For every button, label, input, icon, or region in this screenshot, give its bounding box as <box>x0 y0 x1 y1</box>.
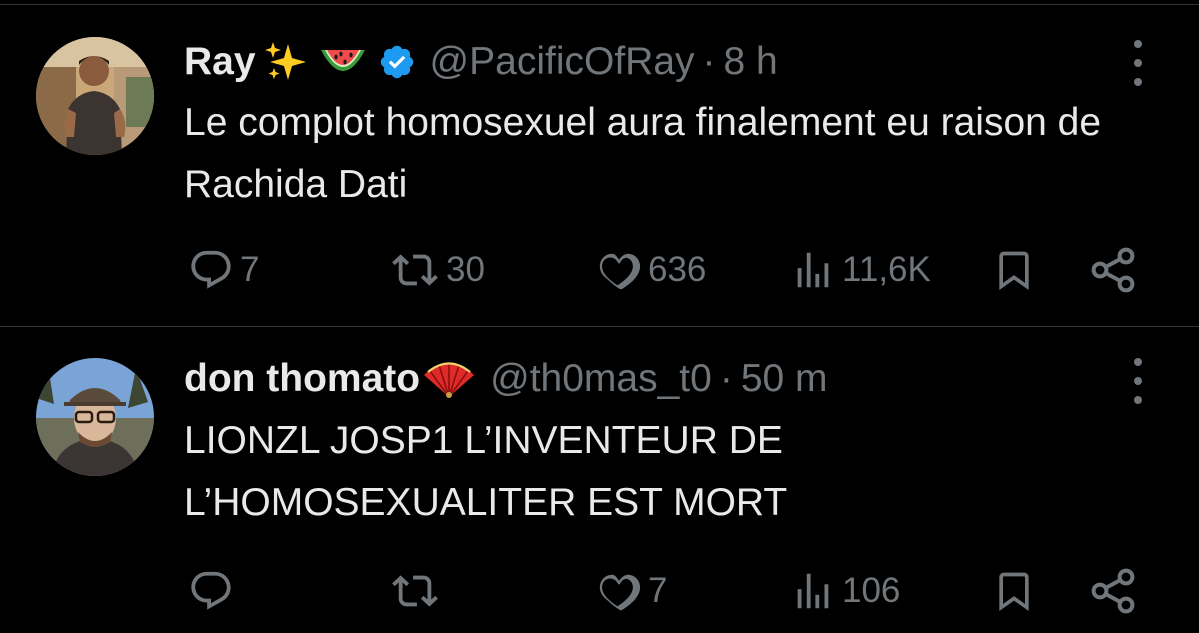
bookmark-button[interactable] <box>992 240 1036 300</box>
like-button[interactable]: 7 <box>596 561 667 621</box>
heart-icon <box>599 253 641 290</box>
share-icon <box>1091 247 1135 293</box>
share-button[interactable] <box>1088 240 1140 300</box>
watermelon-emoji <box>318 42 368 82</box>
views-button[interactable]: 106 <box>790 561 900 621</box>
tweet-header: Ray @PacificOfRay · 8 h <box>184 32 778 92</box>
avatar[interactable] <box>36 358 154 476</box>
tweet-actions: 7 106 <box>0 561 1199 621</box>
tweet[interactable]: Ray @PacificOfRay · 8 h Le complot homos… <box>0 0 1199 326</box>
bookmark-icon <box>999 251 1029 291</box>
retweet-count: 30 <box>446 250 485 289</box>
handle[interactable]: @PacificOfRay <box>430 40 695 84</box>
display-name[interactable]: Ray <box>184 40 256 84</box>
more-options-icon[interactable] <box>1128 358 1148 404</box>
reply-button[interactable]: 7 <box>188 240 259 300</box>
views-button[interactable]: 11,6K <box>790 240 931 300</box>
verified-badge-icon[interactable] <box>378 43 416 81</box>
handle[interactable]: @th0mas_t0 <box>490 357 712 401</box>
view-count: 11,6K <box>842 250 931 289</box>
tweet-text: LIONZL JOSP1 L’INVENTEUR DE L’HOMOSEXUAL… <box>184 419 788 524</box>
retweet-icon <box>392 575 438 607</box>
timestamp[interactable]: 50 m <box>741 357 828 401</box>
timestamp[interactable]: 8 h <box>724 40 778 84</box>
views-icon <box>797 573 829 609</box>
reply-icon <box>191 250 231 289</box>
retweet-button[interactable]: 30 <box>390 240 485 300</box>
bookmark-button[interactable] <box>992 561 1036 621</box>
separator-dot: · <box>719 357 733 400</box>
more-options-icon[interactable] <box>1128 40 1148 86</box>
folding-fan-emoji <box>422 359 476 399</box>
avatar[interactable] <box>36 37 154 155</box>
display-name[interactable]: don thomato <box>184 357 420 401</box>
tweet-actions: 7 30 636 11,6K <box>0 240 1199 300</box>
heart-icon <box>599 574 641 611</box>
share-icon <box>1091 568 1135 614</box>
like-count: 7 <box>648 571 668 610</box>
reply-button[interactable] <box>188 561 240 621</box>
reply-icon <box>191 571 231 610</box>
view-count: 106 <box>842 571 901 610</box>
views-icon <box>797 252 829 288</box>
sparkles-emoji <box>264 40 310 84</box>
like-button[interactable]: 636 <box>596 240 706 300</box>
share-button[interactable] <box>1088 561 1140 621</box>
like-count: 636 <box>648 250 707 289</box>
tweet-text: Le complot homosexuel aura finalement eu… <box>184 101 1102 206</box>
retweet-icon <box>392 254 438 286</box>
reply-count: 7 <box>240 250 260 289</box>
tweet-header: don thomato @th0mas_t0 · 50 m <box>184 349 828 409</box>
retweet-button[interactable] <box>390 561 446 621</box>
tweet[interactable]: don thomato @th0mas_t0 · 50 m LIONZL JOS… <box>0 327 1199 633</box>
separator-dot: · <box>702 40 716 83</box>
bookmark-icon <box>999 572 1029 612</box>
